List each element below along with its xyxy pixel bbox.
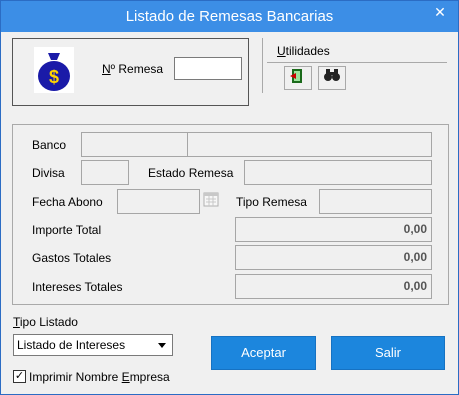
tipo-remesa-field[interactable] xyxy=(319,189,432,214)
binoculars-icon[interactable] xyxy=(318,66,346,90)
remesa-input[interactable] xyxy=(174,57,242,80)
tipo-remesa-label: Tipo Remesa xyxy=(236,195,307,209)
remesa-label: Nº Remesa xyxy=(102,62,164,76)
close-icon[interactable]: ✕ xyxy=(422,1,458,27)
estado-remesa-label: Estado Remesa xyxy=(148,166,234,180)
estado-remesa-field[interactable] xyxy=(244,160,432,185)
divisa-label: Divisa xyxy=(32,166,65,180)
fecha-abono-label: Fecha Abono xyxy=(32,195,103,209)
dialog-window: Listado de Remesas Bancarias ✕ $ Nº Reme… xyxy=(0,0,459,395)
banco-code-field[interactable] xyxy=(81,132,188,157)
utilidades-group: Utilidades xyxy=(262,38,452,93)
header-group: $ Nº Remesa xyxy=(12,38,249,106)
aceptar-button[interactable]: Aceptar xyxy=(211,336,316,370)
gastos-totales-label: Gastos Totales xyxy=(32,251,112,265)
salir-button[interactable]: Salir xyxy=(331,336,445,370)
tipo-listado-select[interactable]: Listado de Intereses xyxy=(13,334,173,356)
imprimir-checkbox[interactable]: ✓ xyxy=(13,370,26,383)
divisa-field[interactable] xyxy=(81,160,129,185)
tipo-listado-label: Tipo Listado xyxy=(13,315,78,329)
banco-name-field[interactable] xyxy=(187,132,432,157)
title-bar: Listado de Remesas Bancarias ✕ xyxy=(1,1,458,32)
utilidades-label: Utilidades xyxy=(277,44,330,58)
intereses-totales-value: 0,00 xyxy=(235,274,432,299)
money-bag-icon: $ xyxy=(34,47,74,93)
intereses-totales-label: Intereses Totales xyxy=(32,280,123,294)
gastos-totales-value: 0,00 xyxy=(235,245,432,270)
svg-text:$: $ xyxy=(49,67,59,87)
calendar-icon[interactable] xyxy=(203,191,219,207)
fecha-abono-field[interactable] xyxy=(117,189,200,214)
banco-label: Banco xyxy=(32,138,67,152)
chevron-down-icon[interactable] xyxy=(158,343,166,348)
importe-total-value: 0,00 xyxy=(235,217,432,242)
window-title: Listado de Remesas Bancarias xyxy=(125,8,334,25)
utilidades-divider xyxy=(267,62,447,63)
importe-total-label: Importe Total xyxy=(32,223,102,237)
tipo-listado-value: Listado de Intereses xyxy=(17,338,126,352)
imprimir-label: Imprimir Nombre Empresa xyxy=(29,370,170,384)
exit-icon[interactable] xyxy=(284,66,312,90)
